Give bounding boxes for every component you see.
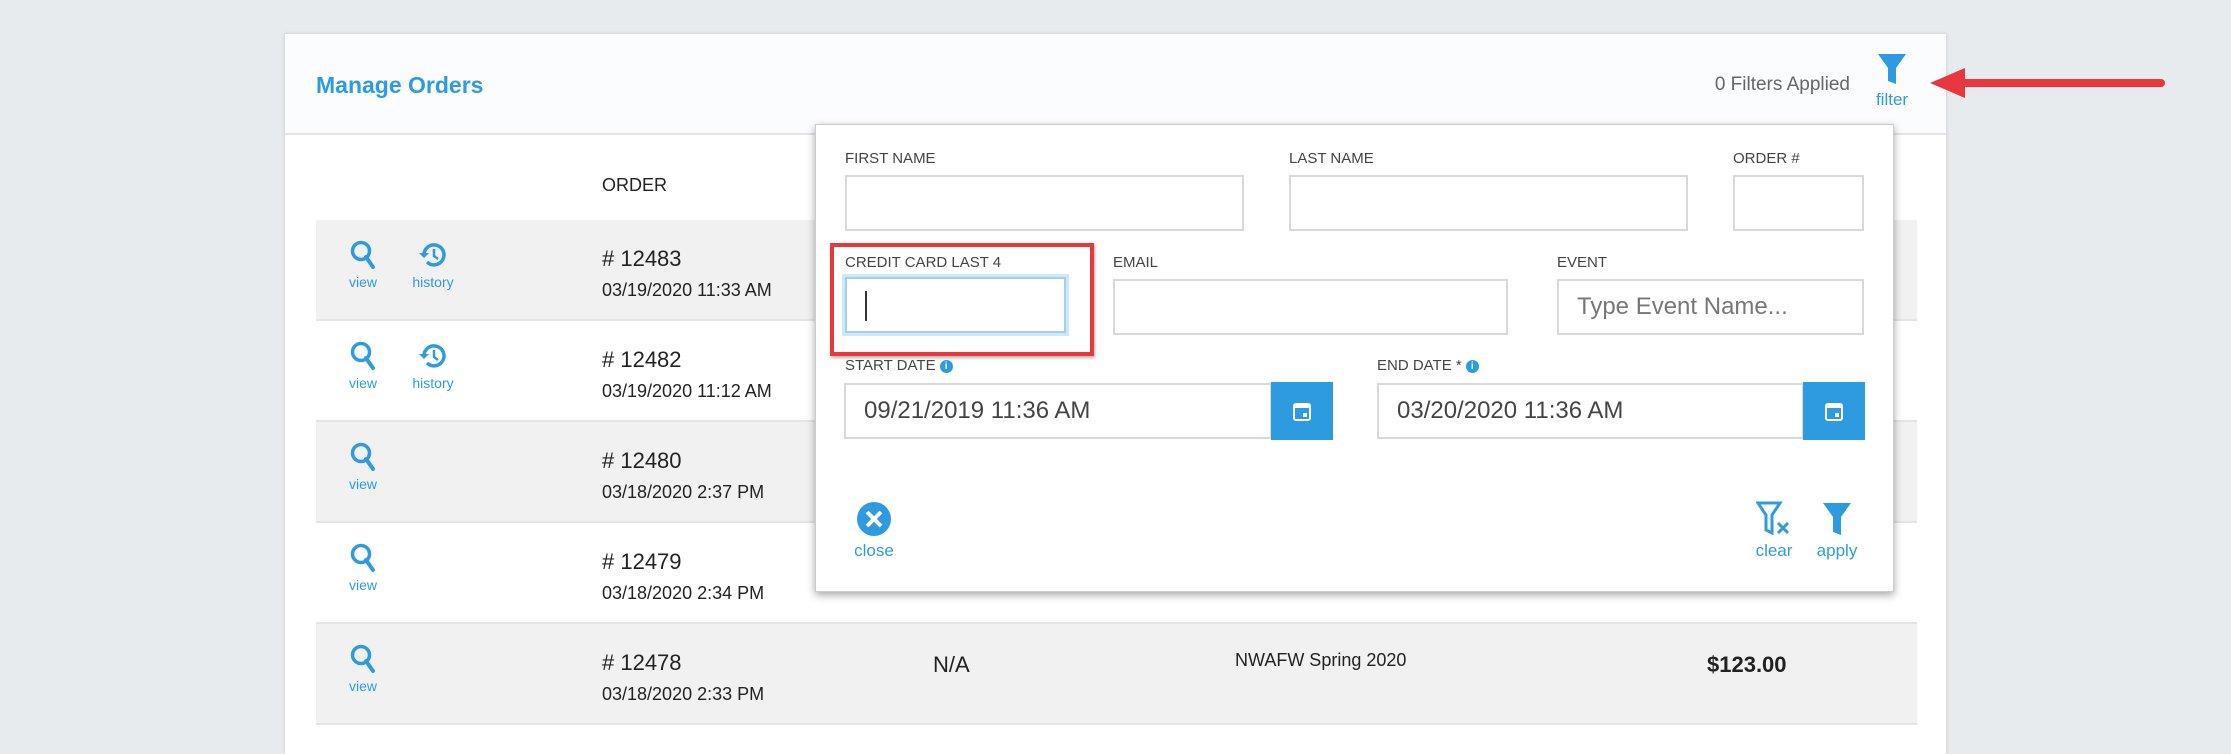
calendar-icon	[1293, 403, 1311, 421]
order-number-input[interactable]	[1733, 175, 1864, 231]
view-label: view	[348, 577, 377, 593]
view-button[interactable]: view	[338, 543, 388, 593]
order-number[interactable]: # 12479	[602, 549, 682, 575]
clear-label: clear	[1755, 541, 1793, 560]
last-name-label: LAST NAME	[1289, 150, 1374, 167]
view-label: view	[348, 274, 377, 290]
close-circle-icon	[857, 502, 891, 536]
end-date-input[interactable]: 03/20/2020 11:36 AM	[1377, 383, 1804, 439]
text-cursor	[865, 290, 867, 321]
close-label: close	[854, 541, 894, 560]
history-icon	[419, 243, 446, 267]
filter-button[interactable]: filter	[1867, 52, 1917, 110]
event-label: EVENT	[1557, 254, 1608, 271]
order-customer: N/A	[933, 652, 970, 677]
table-row	[316, 624, 1917, 725]
email-input[interactable]	[1113, 279, 1508, 335]
magnifier-icon	[350, 644, 375, 673]
order-date: 03/19/2020 11:33 AM	[602, 280, 772, 300]
history-label: history	[412, 375, 454, 391]
history-label: history	[412, 274, 454, 290]
history-button[interactable]: history	[403, 341, 463, 391]
column-header-order: ORDER	[602, 175, 668, 195]
info-icon[interactable]: i	[1465, 359, 1479, 373]
credit-card-last4-label: CREDIT CARD LAST 4	[845, 254, 1002, 271]
magnifier-icon	[350, 442, 375, 471]
clear-button[interactable]: clear	[1749, 501, 1799, 561]
start-date-label: START DATE i	[845, 357, 953, 374]
view-button[interactable]: view	[338, 442, 388, 492]
filter-icon	[1823, 503, 1851, 535]
filters-applied-count: 0 Filters Applied	[1714, 74, 1850, 95]
start-date-label-text: START DATE	[845, 357, 936, 374]
view-label: view	[348, 476, 377, 492]
last-name-input[interactable]	[1289, 175, 1688, 231]
email-label: EMAIL	[1113, 254, 1159, 271]
page-title: Manage Orders	[316, 72, 484, 98]
view-button[interactable]: view	[338, 644, 388, 694]
close-button[interactable]: close	[849, 501, 899, 561]
start-date-input[interactable]: 09/21/2019 11:36 AM	[844, 383, 1272, 439]
apply-button[interactable]: apply	[1812, 501, 1862, 561]
history-icon	[419, 344, 446, 368]
magnifier-icon	[350, 240, 375, 269]
order-event: NWAFW Spring 2020	[1235, 650, 1407, 670]
filter-label: filter	[1875, 90, 1909, 109]
order-total: $123.00	[1707, 652, 1787, 677]
end-date-calendar-button[interactable]	[1803, 382, 1865, 440]
order-number[interactable]: # 12482	[602, 347, 682, 373]
order-number[interactable]: # 12478	[602, 650, 682, 676]
order-date: 03/18/2020 2:33 PM	[602, 684, 765, 704]
order-number-label: ORDER #	[1733, 150, 1800, 167]
calendar-icon	[1825, 403, 1843, 421]
view-button[interactable]: view	[338, 341, 388, 391]
view-label: view	[348, 678, 377, 694]
event-input[interactable]: Type Event Name...	[1557, 279, 1864, 335]
order-date: 03/18/2020 2:37 PM	[602, 482, 765, 502]
first-name-label: FIRST NAME	[845, 150, 936, 167]
view-label: view	[348, 375, 377, 391]
credit-card-last4-input[interactable]	[845, 277, 1066, 333]
order-date: 03/19/2020 11:12 AM	[602, 381, 772, 401]
first-name-input[interactable]	[845, 175, 1244, 231]
start-date-calendar-button[interactable]	[1271, 382, 1333, 440]
info-icon[interactable]: i	[939, 359, 953, 373]
apply-label: apply	[1816, 541, 1858, 560]
order-date: 03/18/2020 2:34 PM	[602, 583, 765, 603]
clear-filter-icon	[1756, 501, 1790, 536]
end-date-label-text: END DATE *	[1377, 357, 1462, 374]
order-number[interactable]: # 12483	[602, 246, 682, 272]
history-button[interactable]: history	[403, 240, 463, 290]
filter-icon	[1878, 54, 1906, 84]
view-button[interactable]: view	[338, 240, 388, 290]
magnifier-icon	[350, 543, 375, 572]
annotation-arrow-icon	[1930, 68, 2165, 98]
order-number[interactable]: # 12480	[602, 448, 682, 474]
magnifier-icon	[350, 341, 375, 370]
end-date-label: END DATE * i	[1377, 357, 1479, 374]
